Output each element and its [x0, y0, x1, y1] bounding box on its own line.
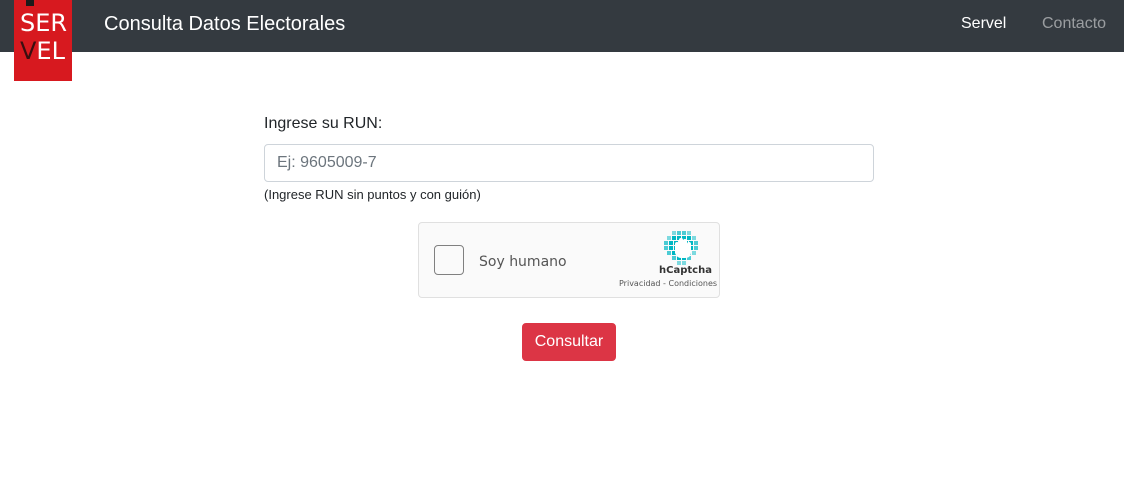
hcaptcha-links: Privacidad - Condiciones — [619, 279, 717, 289]
nav-link-contacto[interactable]: Contacto — [1042, 14, 1106, 34]
hcaptcha-brand: hCaptcha — [659, 265, 712, 276]
privacy-link[interactable]: Privacidad — [619, 279, 661, 288]
links-separator: - — [660, 279, 669, 288]
captcha-checkbox[interactable] — [434, 245, 464, 275]
brand-title[interactable]: Consulta Datos Electorales — [104, 12, 345, 36]
run-help-text: (Ingrese RUN sin puntos y con guión) — [264, 187, 481, 202]
run-label: Ingrese su RUN: — [264, 115, 383, 132]
logo-decoration — [26, 0, 34, 6]
logo-text-line2: VEL — [20, 38, 65, 64]
hcaptcha-widget: Soy humano hCaptcha Privacidad - Condici… — [418, 222, 720, 298]
nav-link-servel[interactable]: Servel — [961, 14, 1006, 34]
logo-text-line2-rest: EL — [36, 37, 65, 65]
logo-text-line1: SER — [20, 9, 68, 37]
servel-logo[interactable]: SER VEL — [14, 0, 72, 81]
hcaptcha-logo-icon — [664, 231, 698, 265]
logo-v-letter: V — [20, 37, 37, 65]
terms-link[interactable]: Condiciones — [669, 279, 718, 288]
navbar: Consulta Datos Electorales Servel Contac… — [0, 0, 1124, 52]
captcha-label: Soy humano — [479, 254, 567, 270]
run-input[interactable] — [264, 144, 874, 182]
consultar-button[interactable]: Consultar — [522, 323, 616, 361]
